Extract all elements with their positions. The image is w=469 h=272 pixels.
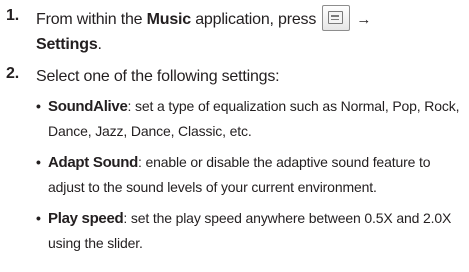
bullet-marker: • <box>36 98 41 114</box>
setting-term: Adapt Sound <box>48 154 139 171</box>
menu-key-icon <box>322 5 351 31</box>
settings-label: Settings <box>36 36 98 53</box>
arrow-icon: → <box>356 11 372 29</box>
bullet-marker: • <box>36 154 41 170</box>
bullet-marker: • <box>36 210 41 226</box>
setting-term: Play speed <box>48 210 124 227</box>
step-number: 1. <box>6 7 19 24</box>
setting-term: SoundAlive <box>48 98 128 115</box>
document-page: 1. From within the Music application, pr… <box>0 0 469 272</box>
step-1-suffix: . <box>97 36 102 53</box>
clipped-text-line <box>0 0 469 7</box>
app-name: Music <box>146 11 192 29</box>
step-1-text: From within the Music application, press… <box>36 5 468 57</box>
step-2-text: Select one of the following settings: <box>36 68 280 85</box>
step-1-prefix: From within the <box>36 11 147 29</box>
step-number: 2. <box>6 65 19 82</box>
step-1-middle: application, press <box>190 11 321 29</box>
